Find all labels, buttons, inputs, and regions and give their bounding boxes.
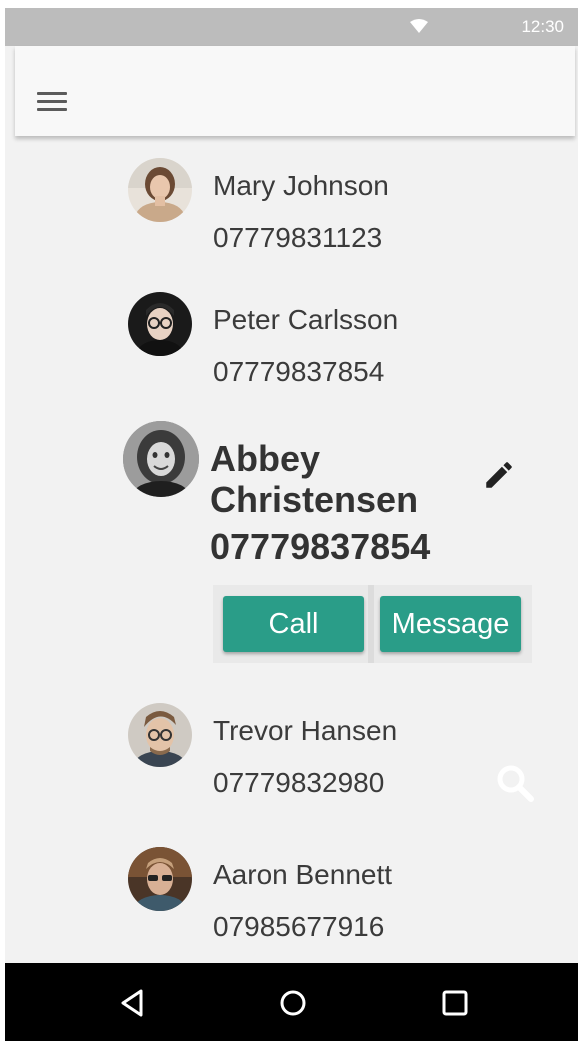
clock: 12:30: [521, 17, 564, 36]
avatar: [128, 158, 192, 222]
back-icon[interactable]: [115, 985, 151, 1021]
contact-phone: 07779837854: [213, 356, 385, 387]
call-button[interactable]: Call: [223, 596, 364, 652]
divider: [368, 585, 374, 663]
navigation-bar: [5, 963, 578, 1041]
avatar: [128, 703, 192, 767]
home-icon[interactable]: [275, 985, 311, 1021]
menu-icon[interactable]: [37, 92, 67, 112]
edit-icon[interactable]: [482, 458, 516, 492]
contact-name: Trevor Hansen: [213, 715, 398, 746]
contact-phone: 07779837854: [210, 526, 431, 567]
avatar: [128, 292, 192, 356]
contact-phone: 07779831123: [213, 222, 383, 253]
contact-name: Peter Carlsson: [213, 304, 399, 335]
recents-icon[interactable]: [437, 985, 473, 1021]
wifi-icon: [410, 19, 428, 33]
avatar: [123, 421, 199, 497]
contact-name: Aaron Bennett: [213, 859, 393, 890]
contact-phone: 07985677916: [213, 911, 385, 942]
app-bar: [15, 46, 575, 136]
contact-actions-panel: Call Message: [213, 585, 532, 663]
avatar: [128, 847, 192, 911]
contact-name: Mary Johnson: [213, 170, 389, 201]
status-bar: 12:30: [5, 8, 578, 46]
contact-phone: 07779832980: [213, 767, 385, 798]
message-button[interactable]: Message: [380, 596, 521, 652]
phone-screen: 12:30 Mary Johnson 07779831123 Peter Car…: [5, 8, 578, 1041]
search-icon[interactable]: [495, 763, 535, 803]
contact-name: Abbey Christensen: [210, 438, 419, 520]
